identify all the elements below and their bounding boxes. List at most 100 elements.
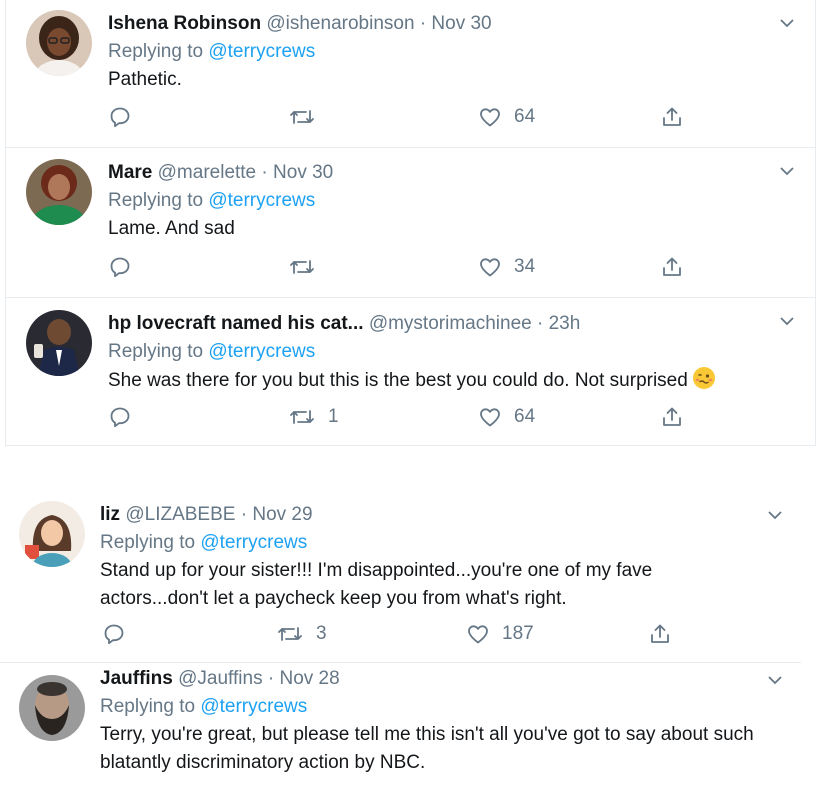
retweet-count: 1 <box>328 406 339 427</box>
timestamp[interactable]: Nov 30 <box>431 13 491 34</box>
avatar-cartoon-woman-icon <box>19 501 85 567</box>
retweet-button[interactable]: 3 <box>276 622 327 646</box>
retweet-button[interactable] <box>288 105 328 129</box>
avatar-woman-green-icon <box>26 159 92 225</box>
chevron-down-icon[interactable] <box>778 16 796 30</box>
reply-button[interactable] <box>108 405 132 429</box>
like-button[interactable]: 187 <box>466 622 534 646</box>
tweet[interactable]: Mare @marelette · Nov 30 Replying to @te… <box>6 148 815 298</box>
user-handle[interactable]: @ishenarobinson <box>266 13 414 34</box>
like-count: 64 <box>514 106 536 127</box>
mention-link[interactable]: @terrycrews <box>208 41 315 62</box>
tweet-text: Stand up for your sister!!! I'm disappoi… <box>100 560 653 609</box>
timestamp[interactable]: Nov 28 <box>279 668 339 689</box>
retweet-icon <box>278 627 302 641</box>
retweet-count: 3 <box>316 623 327 644</box>
like-count: 187 <box>502 623 534 644</box>
share-icon <box>663 107 681 126</box>
replying-to: Replying to @terrycrews <box>108 338 795 366</box>
replying-to: Replying to @terrycrews <box>108 38 795 66</box>
share-button[interactable] <box>660 255 684 279</box>
tweet-actions: 34 <box>108 255 708 283</box>
replying-prefix: Replying to <box>108 341 204 362</box>
display-name[interactable]: Mare <box>108 162 152 183</box>
separator: · <box>537 313 544 334</box>
tweet-header: Mare @marelette · Nov 30 <box>108 159 795 187</box>
chevron-down-icon[interactable] <box>766 508 784 522</box>
avatar[interactable] <box>26 310 92 376</box>
woozy-face-emoji-icon <box>692 367 715 389</box>
reply-button[interactable] <box>102 622 126 646</box>
replying-to: Replying to @terrycrews <box>100 693 809 721</box>
timestamp[interactable]: 23h <box>549 313 581 334</box>
avatar-man-suit-icon <box>26 310 92 376</box>
retweet-button[interactable]: 1 <box>288 405 339 429</box>
separator: · <box>240 504 248 525</box>
avatar[interactable] <box>19 501 85 567</box>
mention-link[interactable]: @terrycrews <box>200 532 307 553</box>
separator: · <box>267 668 275 689</box>
share-button[interactable] <box>660 405 684 429</box>
avatar[interactable] <box>26 159 92 225</box>
reply-button[interactable] <box>108 105 132 129</box>
retweet-icon <box>290 410 314 424</box>
heart-icon <box>480 108 500 127</box>
chevron-down-icon[interactable] <box>778 314 796 328</box>
tweet-text: She was there for you but this is the be… <box>108 366 795 395</box>
reply-icon <box>110 407 130 428</box>
tweet-text-body: She was there for you but this is the be… <box>108 370 688 391</box>
mention-link[interactable]: @terrycrews <box>208 190 315 211</box>
chevron-down-icon[interactable] <box>766 673 784 687</box>
share-button[interactable] <box>648 622 672 646</box>
like-button[interactable]: 34 <box>478 255 535 279</box>
tweet-text: Pathetic. <box>108 69 182 90</box>
retweet-button[interactable] <box>288 255 328 279</box>
replying-prefix: Replying to <box>100 532 196 553</box>
tweet-header: Jauffins @Jauffins · Nov 28 <box>100 665 809 693</box>
like-button[interactable]: 64 <box>478 105 535 129</box>
tweet-actions: 1 64 <box>108 405 708 433</box>
user-handle[interactable]: @marelette <box>158 162 257 183</box>
reply-thread-bottom: liz @LIZABEBE · Nov 29 Replying to @terr… <box>0 488 829 786</box>
like-count: 34 <box>514 256 536 277</box>
tweet[interactable]: hp lovecraft named his cat... @mystorima… <box>6 298 815 445</box>
replying-prefix: Replying to <box>100 696 196 717</box>
mention-link[interactable]: @terrycrews <box>200 696 307 717</box>
user-handle[interactable]: @LIZABEBE <box>125 504 235 525</box>
replying-prefix: Replying to <box>108 41 204 62</box>
tweet-actions: 3 187 <box>102 622 702 650</box>
reply-icon <box>110 257 130 278</box>
user-handle[interactable]: @mystorimachinee <box>369 313 532 334</box>
avatar[interactable] <box>26 10 92 76</box>
retweet-icon <box>290 110 314 124</box>
reply-icon <box>110 107 130 128</box>
replying-to: Replying to @terrycrews <box>108 187 795 215</box>
timestamp[interactable]: Nov 30 <box>273 162 333 183</box>
share-icon <box>663 257 681 276</box>
timestamp[interactable]: Nov 29 <box>252 504 312 525</box>
user-handle[interactable]: @Jauffins <box>178 668 262 689</box>
tweet-header: Ishena Robinson @ishenarobinson · Nov 30 <box>108 10 795 38</box>
display-name[interactable]: Jauffins <box>100 668 173 689</box>
display-name[interactable]: hp lovecraft named his cat... <box>108 313 364 334</box>
tweet-actions: 64 <box>108 105 708 133</box>
share-icon <box>651 624 669 643</box>
share-button[interactable] <box>660 105 684 129</box>
separator: · <box>261 162 268 183</box>
share-icon <box>663 407 681 426</box>
reply-button[interactable] <box>108 255 132 279</box>
mention-link[interactable]: @terrycrews <box>208 341 315 362</box>
heart-icon <box>480 408 500 427</box>
reply-icon <box>104 624 124 645</box>
tweet[interactable]: Ishena Robinson @ishenarobinson · Nov 30… <box>6 0 815 148</box>
chevron-down-icon[interactable] <box>778 164 796 178</box>
display-name[interactable]: liz <box>100 504 120 525</box>
tweet[interactable]: liz @LIZABEBE · Nov 29 Replying to @terr… <box>0 488 829 663</box>
separator: · <box>419 13 427 34</box>
like-button[interactable]: 64 <box>478 405 535 429</box>
reply-thread-top: Ishena Robinson @ishenarobinson · Nov 30… <box>5 0 816 446</box>
display-name[interactable]: Ishena Robinson <box>108 13 261 34</box>
retweet-icon <box>290 260 314 274</box>
avatar[interactable] <box>19 675 85 741</box>
tweet[interactable]: Jauffins @Jauffins · Nov 28 Replying to … <box>0 663 829 786</box>
